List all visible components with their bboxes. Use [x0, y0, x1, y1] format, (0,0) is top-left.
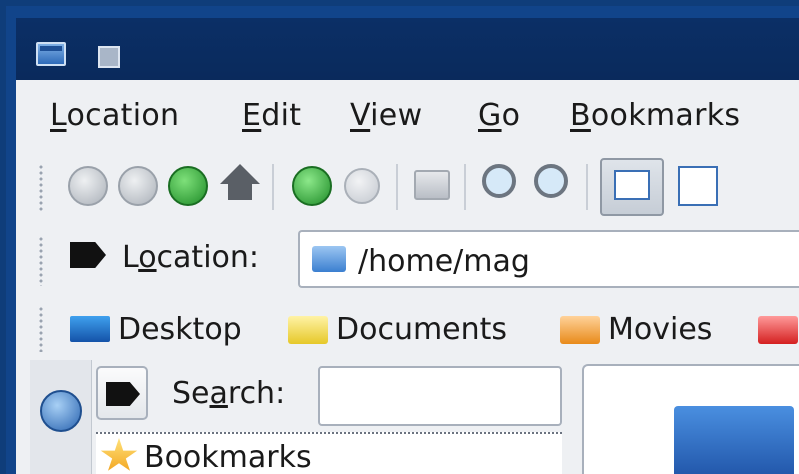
bookmark-movies[interactable]: Movies	[608, 312, 712, 347]
toolbar-grip[interactable]	[38, 164, 44, 212]
toolbar-separator	[464, 164, 466, 210]
location-toolbar: Location: /home/mag	[16, 226, 799, 300]
toolbar-separator	[586, 164, 588, 210]
sidebar-panel: Search: Bookmarks	[92, 360, 566, 474]
bookmarks-tree: Bookmarks	[96, 432, 562, 474]
list-view-icon[interactable]	[678, 166, 718, 206]
icon-view-icon	[614, 170, 650, 200]
file-view-pane[interactable]	[582, 364, 799, 474]
bookmarks-toolbar: Desktop Documents Movies	[16, 300, 799, 358]
menu-bookmarks[interactable]: Bookmarks	[570, 98, 740, 133]
bookmark-desktop[interactable]: Desktop	[118, 312, 242, 347]
home-icon[interactable]	[220, 164, 260, 184]
folder-icon	[312, 246, 346, 272]
tree-item-bookmarks[interactable]: Bookmarks	[144, 440, 312, 474]
window-menu-icon[interactable]	[98, 46, 120, 68]
home-icon-base	[228, 184, 252, 200]
sidebar-tab-strip	[30, 360, 92, 474]
menu-edit[interactable]: Edit	[242, 98, 301, 133]
reload-icon[interactable]	[292, 166, 332, 206]
title-bar[interactable]	[16, 18, 799, 80]
search-label: Search:	[172, 376, 286, 411]
desktop-icon	[70, 316, 110, 342]
app-menu-icon[interactable]	[36, 42, 66, 66]
desktop-file-icon[interactable]	[674, 406, 794, 474]
icon-view-button[interactable]	[600, 158, 664, 216]
location-label: Location:	[122, 240, 259, 275]
zoom-out-icon[interactable]	[534, 164, 568, 198]
location-value: /home/mag	[358, 244, 530, 279]
toolbar-grip[interactable]	[38, 236, 44, 286]
window-frame: Location Edit View Go Bookmarks Location…	[0, 0, 799, 474]
menu-go[interactable]: Go	[478, 98, 520, 133]
menu-location[interactable]: Location	[50, 98, 179, 133]
movies-folder-icon	[560, 316, 600, 344]
toolbar-separator	[272, 164, 274, 210]
clear-search-button[interactable]	[96, 366, 148, 420]
clear-search-icon	[106, 382, 140, 406]
forward-icon[interactable]	[118, 166, 158, 206]
up-icon[interactable]	[168, 166, 208, 206]
zoom-in-icon[interactable]	[482, 164, 516, 198]
music-folder-icon[interactable]	[758, 316, 798, 344]
bookmark-documents[interactable]: Documents	[336, 312, 507, 347]
search-input[interactable]	[318, 366, 562, 426]
toolbar-grip[interactable]	[38, 306, 44, 352]
star-icon	[100, 438, 138, 471]
file-manager-window: Location Edit View Go Bookmarks Location…	[16, 80, 799, 474]
main-toolbar	[16, 150, 799, 226]
clear-location-icon[interactable]	[70, 242, 106, 268]
menu-bar: Location Edit View Go Bookmarks	[16, 80, 799, 150]
stop-icon[interactable]	[344, 168, 380, 204]
back-icon[interactable]	[68, 166, 108, 206]
menu-view[interactable]: View	[350, 98, 422, 133]
print-icon[interactable]	[414, 170, 450, 200]
network-globe-icon[interactable]	[40, 390, 82, 432]
documents-folder-icon	[288, 316, 328, 344]
toolbar-separator	[396, 164, 398, 210]
location-input[interactable]: /home/mag	[298, 230, 799, 288]
